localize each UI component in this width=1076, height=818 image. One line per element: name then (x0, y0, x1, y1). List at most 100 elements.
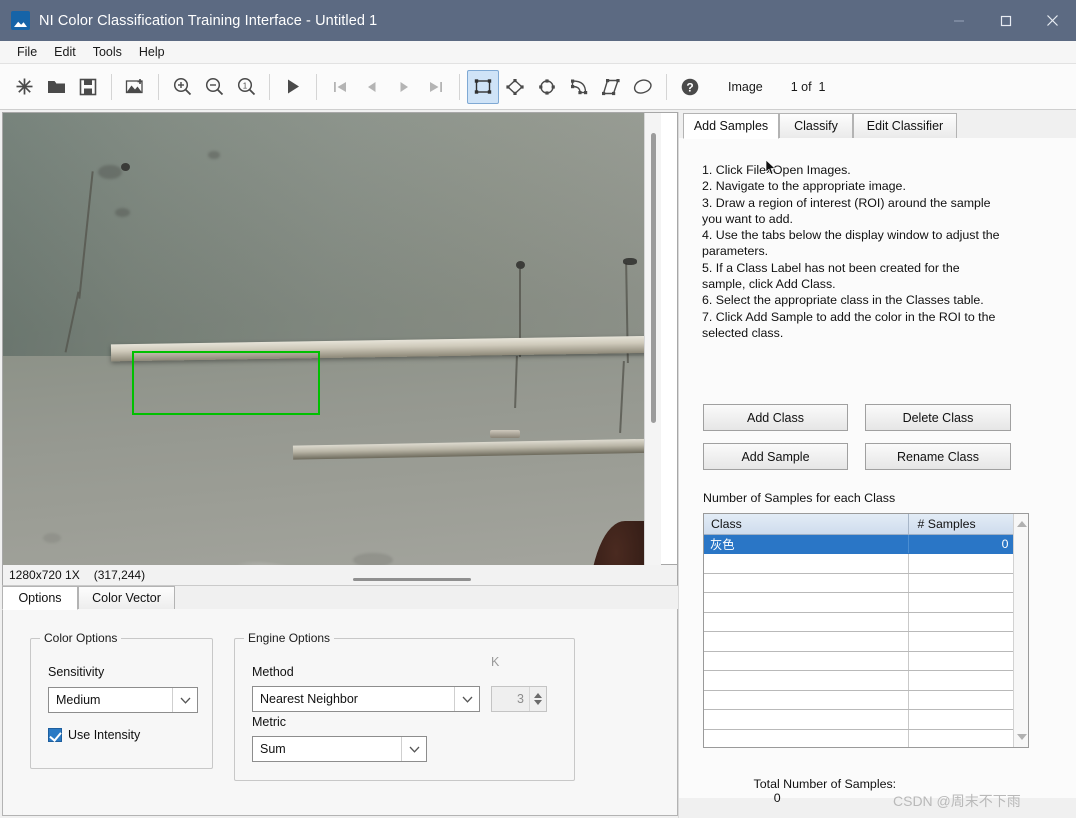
scroll-down-arrow-icon[interactable] (1017, 734, 1027, 740)
image-horizontal-scrollbar[interactable] (353, 578, 471, 581)
cell-samples[interactable] (908, 592, 1016, 613)
cell-samples[interactable]: 0 (908, 534, 1016, 554)
table-row[interactable] (704, 709, 1028, 730)
table-row[interactable]: 灰色 0 (704, 534, 1028, 747)
sensitivity-combo[interactable]: Medium (48, 687, 198, 713)
cell-class[interactable] (704, 631, 909, 652)
image-canvas[interactable] (3, 113, 661, 566)
method-combo[interactable]: Nearest Neighbor (252, 686, 480, 712)
cell-class[interactable] (704, 592, 909, 613)
cell-class[interactable] (704, 612, 909, 632)
chevron-down-icon[interactable] (401, 737, 426, 761)
metric-combo[interactable]: Sum (252, 736, 427, 762)
table-row[interactable] (704, 573, 1028, 593)
cell-class[interactable] (704, 729, 909, 747)
menu-item-edit[interactable]: Edit (46, 43, 85, 61)
table-row[interactable] (704, 651, 1028, 671)
cell-class[interactable] (704, 690, 909, 710)
tab-classify[interactable]: Classify (779, 113, 853, 139)
cell-class[interactable] (704, 573, 909, 593)
zoom-in-icon[interactable] (166, 70, 198, 104)
help-question-icon[interactable]: ? (674, 70, 706, 104)
bottom-tab-strip: Options Color Vector (2, 586, 678, 610)
first-image-icon[interactable] (324, 70, 356, 104)
image-status-bar: 1280x720 1X (317,244) (2, 565, 678, 586)
menu-item-file[interactable]: File (9, 43, 46, 61)
use-intensity-checkbox-row[interactable]: Use Intensity (48, 728, 140, 742)
add-class-button[interactable]: Add Class (703, 404, 848, 431)
zoom-out-icon[interactable] (198, 70, 230, 104)
new-asterisk-icon[interactable] (8, 70, 40, 104)
samples-table[interactable]: Class # Samples 灰色 0 (704, 514, 1028, 747)
table-row[interactable] (704, 631, 1028, 652)
save-floppy-icon[interactable] (72, 70, 104, 104)
tab-options[interactable]: Options (2, 586, 78, 610)
menu-item-help[interactable]: Help (131, 43, 174, 61)
add-image-icon[interactable] (119, 70, 151, 104)
table-row[interactable] (704, 612, 1028, 632)
column-header-samples[interactable]: # Samples (908, 514, 1016, 535)
scroll-up-arrow-icon[interactable] (1017, 521, 1027, 527)
chevron-down-icon[interactable] (172, 688, 197, 712)
use-intensity-checkbox[interactable] (48, 728, 62, 742)
column-header-class[interactable]: Class (704, 514, 909, 535)
table-row[interactable] (704, 690, 1028, 710)
maximize-icon[interactable] (982, 0, 1029, 41)
menu-item-tools[interactable]: Tools (85, 43, 131, 61)
table-row[interactable] (704, 553, 1028, 574)
tab-color-vector[interactable]: Color Vector (78, 586, 175, 610)
roi-rectangle-icon[interactable] (467, 69, 499, 104)
total-samples-row: Total Number of Samples: 0 (740, 763, 897, 818)
rename-class-button[interactable]: Rename Class (865, 443, 1011, 470)
cell-class[interactable] (704, 670, 909, 691)
tab-add-samples[interactable]: Add Samples (683, 113, 779, 139)
roi-oval-icon[interactable] (531, 70, 563, 104)
cell-samples[interactable] (908, 709, 1016, 730)
add-sample-button[interactable]: Add Sample (703, 443, 848, 470)
table-row[interactable] (704, 729, 1028, 747)
rename-class-label: Rename Class (897, 449, 979, 464)
add-sample-label: Add Sample (741, 449, 810, 464)
samples-table-wrapper: Class # Samples 灰色 0 (703, 513, 1029, 748)
cell-samples[interactable] (908, 631, 1016, 652)
cell-samples[interactable] (908, 690, 1016, 710)
last-image-icon[interactable] (420, 70, 452, 104)
cell-samples[interactable] (908, 729, 1016, 747)
close-icon[interactable] (1029, 0, 1076, 41)
chevron-down-icon[interactable] (454, 687, 479, 711)
open-folder-icon[interactable] (40, 70, 72, 104)
cell-class[interactable] (704, 553, 909, 574)
image-vertical-scrollbar[interactable] (644, 113, 661, 566)
cell-samples[interactable] (908, 553, 1016, 574)
toolbar-separator (459, 73, 460, 100)
metric-label: Metric (252, 715, 287, 729)
minimize-icon[interactable] (935, 0, 982, 41)
table-vertical-scrollbar[interactable] (1013, 514, 1028, 747)
cell-samples[interactable] (908, 651, 1016, 671)
cell-class[interactable]: 灰色 (704, 534, 909, 554)
cell-samples[interactable] (908, 670, 1016, 691)
cell-class[interactable] (704, 709, 909, 730)
delete-class-button[interactable]: Delete Class (865, 404, 1011, 431)
k-spinner-arrows[interactable] (529, 687, 546, 711)
cell-samples[interactable] (908, 573, 1016, 593)
engine-options-legend: Engine Options (248, 631, 331, 645)
scrollbar-thumb[interactable] (651, 133, 656, 423)
next-image-icon[interactable] (388, 70, 420, 104)
cell-class[interactable] (704, 651, 909, 671)
play-icon[interactable] (277, 70, 309, 104)
roi-polygon-icon[interactable] (595, 70, 627, 104)
cell-samples[interactable] (908, 612, 1016, 632)
tab-edit-classifier[interactable]: Edit Classifier (853, 113, 957, 139)
roi-freehand-icon[interactable] (627, 70, 659, 104)
table-row[interactable] (704, 592, 1028, 613)
samples-table-body: 灰色 0 (704, 534, 1028, 747)
zoom-one-to-one-icon[interactable]: 1 (230, 70, 262, 104)
window-title: NI Color Classification Training Interfa… (39, 12, 378, 29)
roi-rotated-rect-icon[interactable] (499, 70, 531, 104)
previous-image-icon[interactable] (356, 70, 388, 104)
region-of-interest-rectangle[interactable] (132, 351, 320, 415)
table-row[interactable] (704, 670, 1028, 691)
k-stepper[interactable]: 3 (491, 686, 547, 712)
roi-annulus-icon[interactable] (563, 70, 595, 104)
